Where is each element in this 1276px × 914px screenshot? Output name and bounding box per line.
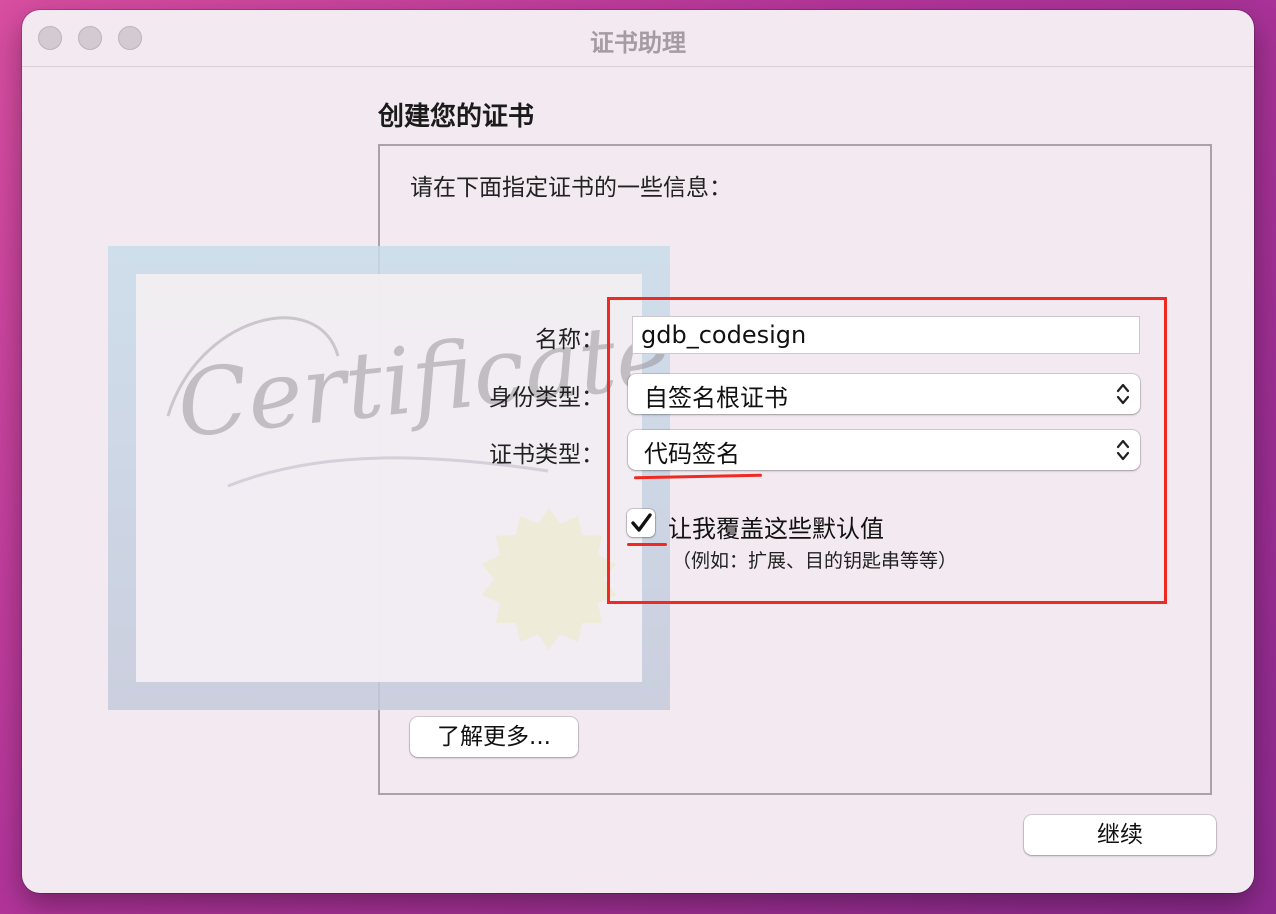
title-bar: 证书助理 — [22, 10, 1254, 67]
page-heading: 创建您的证书 — [378, 102, 535, 132]
instruction-text: 请在下面指定证书的一些信息： — [410, 175, 732, 201]
window-title: 证书助理 — [590, 29, 686, 57]
certificate-icon: Certificate — [108, 246, 670, 710]
name-label: 名称： — [535, 327, 604, 353]
annotation-highlight-box — [607, 297, 1167, 604]
identity-type-label: 身份类型： — [489, 385, 604, 411]
continue-button[interactable]: 继续 — [1024, 815, 1216, 855]
annotation-underline-checkbox — [627, 543, 667, 546]
certificate-assistant-window: 证书助理 创建您的证书 Certificate 请在下面指定证书的一些信息： 名… — [22, 10, 1254, 893]
cert-type-label: 证书类型： — [489, 442, 604, 468]
learn-more-button[interactable]: 了解更多... — [410, 717, 578, 757]
